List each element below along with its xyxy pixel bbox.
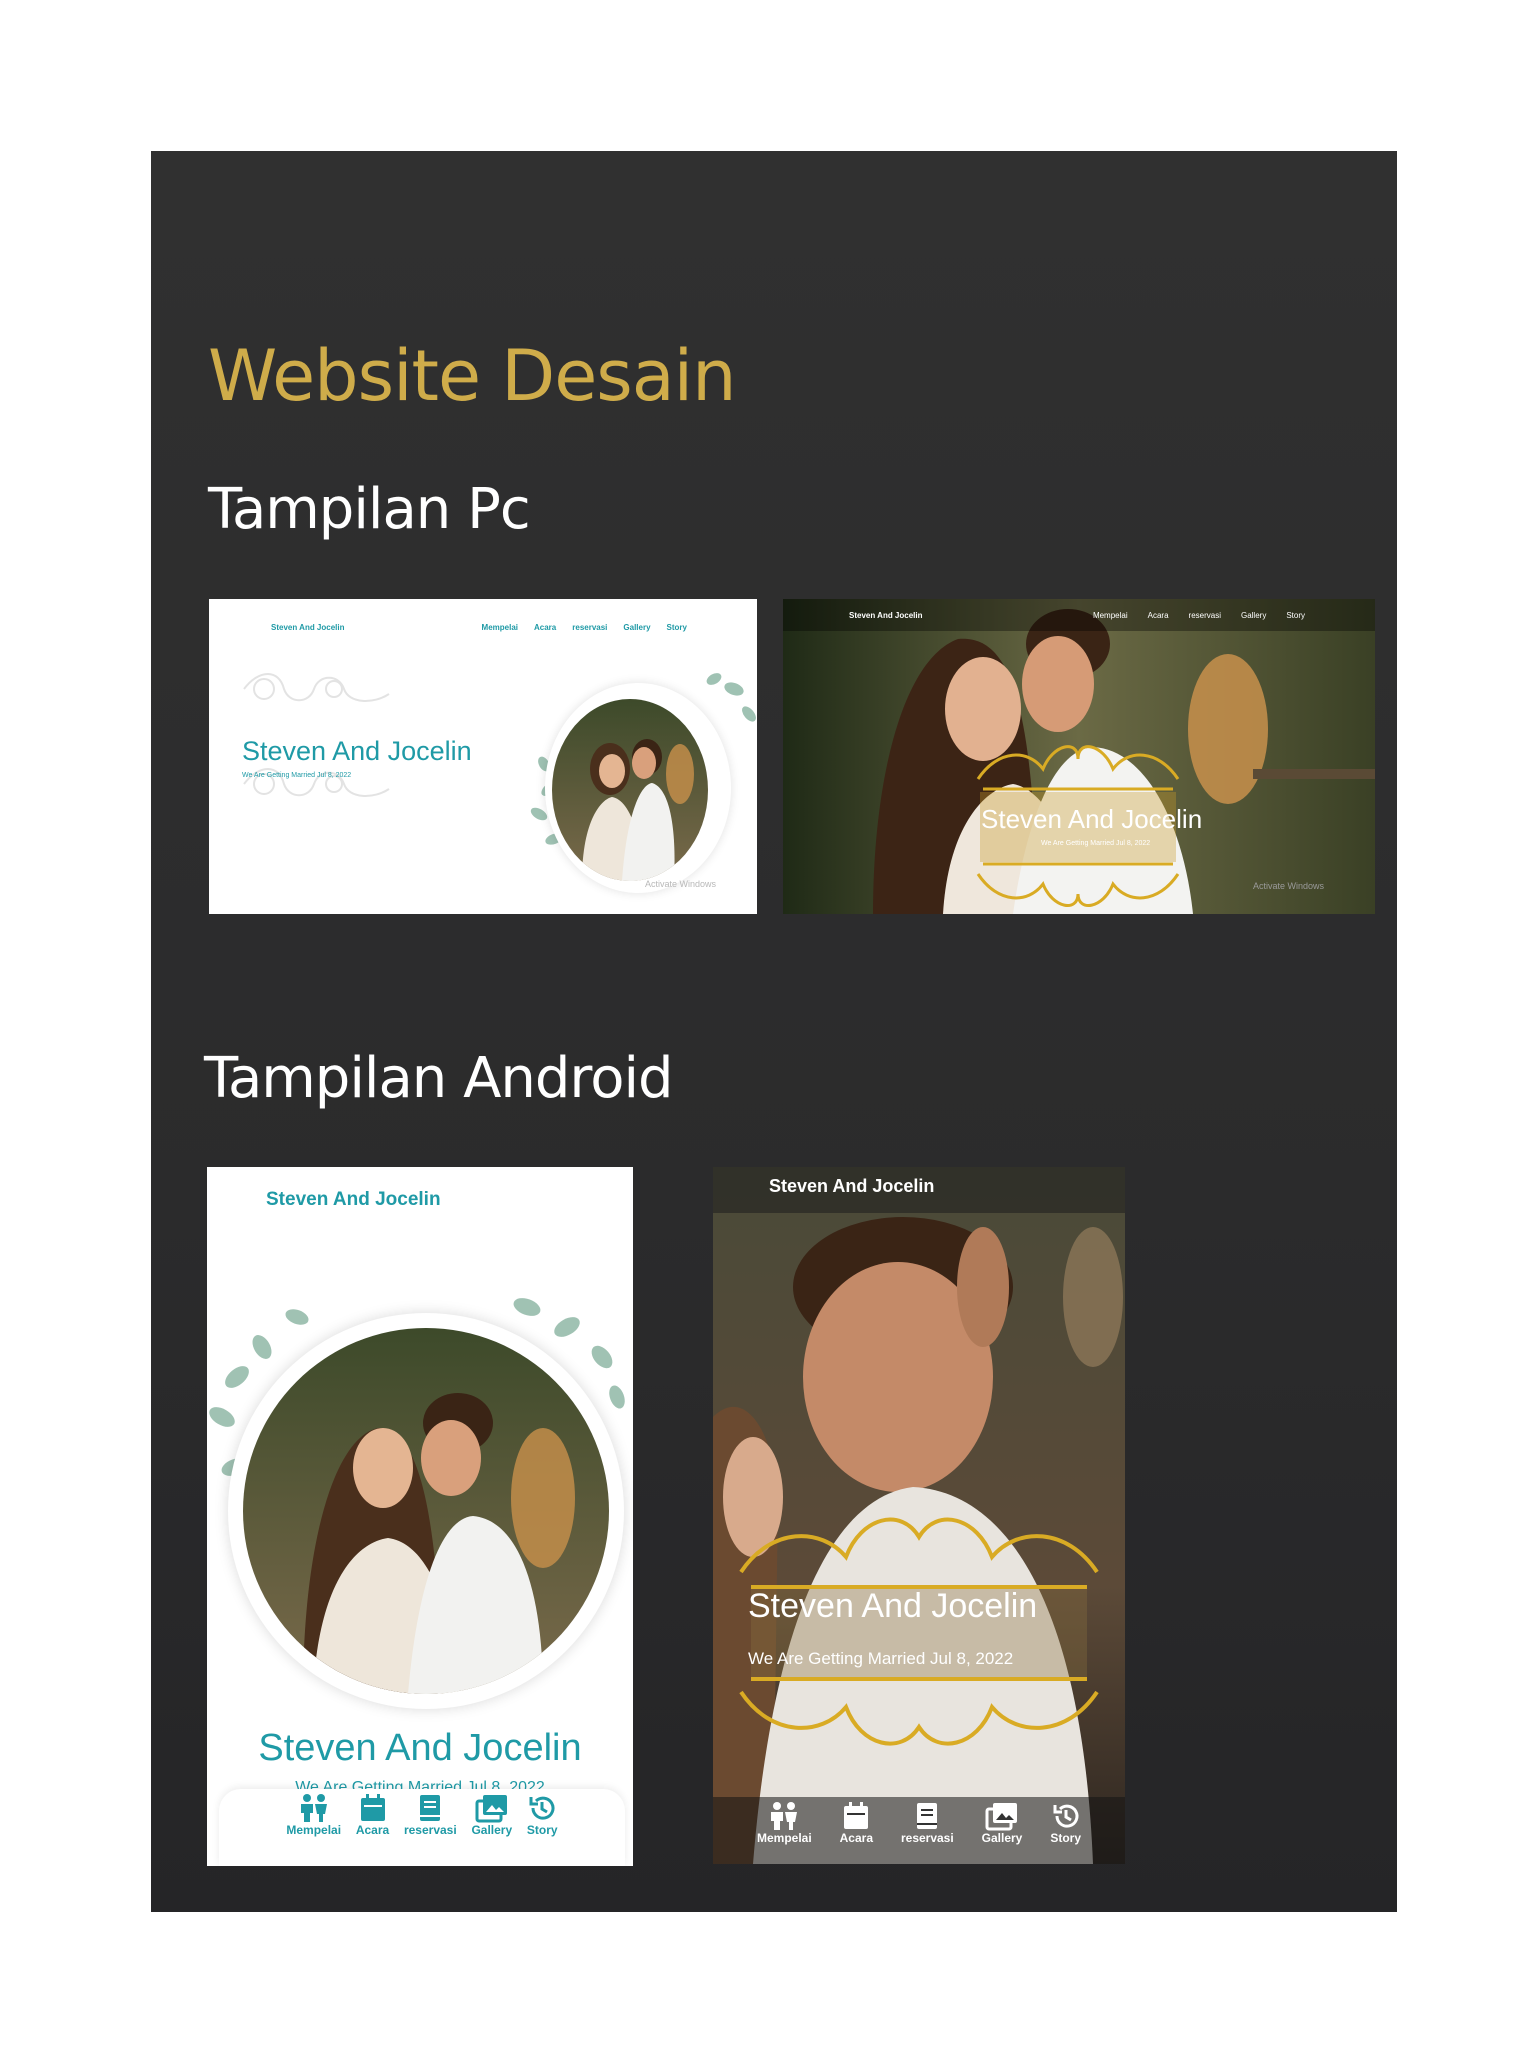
nav-item-story[interactable]: Story xyxy=(667,623,687,632)
bottom-nav-label: reservasi xyxy=(900,1831,954,1845)
page-heading: Website Desain xyxy=(208,335,736,417)
bottom-nav-label: Acara xyxy=(355,1823,390,1837)
history-icon xyxy=(529,1796,555,1820)
android-light-preview: Steven And Jocelin Steven And Jocelin We… xyxy=(207,1167,633,1866)
bottom-nav-label: Story xyxy=(526,1823,558,1837)
hero-title: Steven And Jocelin xyxy=(748,1587,1038,1625)
site-brand[interactable]: Steven And Jocelin xyxy=(266,1189,441,1211)
section-title-pc: Tampilan Pc xyxy=(208,477,531,542)
site-brand[interactable]: Steven And Jocelin xyxy=(769,1176,934,1197)
bottom-nav-story[interactable]: Story xyxy=(1050,1801,1081,1864)
nav-item-story[interactable]: Story xyxy=(1286,611,1305,620)
pc-dark-preview: Steven And Jocelin Mempelai Acara reserv… xyxy=(783,599,1375,914)
bottom-nav-story[interactable]: Story xyxy=(527,1793,558,1866)
couple-icon xyxy=(300,1794,327,1822)
hero-title: Steven And Jocelin xyxy=(981,804,1203,834)
nav-item-gallery[interactable]: Gallery xyxy=(623,623,650,632)
hero-title: Steven And Jocelin xyxy=(242,736,472,766)
top-nav: Mempelai Acara reservasi Gallery Story xyxy=(1093,611,1305,620)
android-dark-preview: Steven And Jocelin Steven And Jocelin We… xyxy=(713,1167,1125,1864)
gallery-icon xyxy=(475,1795,507,1823)
bottom-nav-reservasi[interactable]: reservasi xyxy=(404,1793,457,1866)
gold-ornament xyxy=(739,1517,1099,1746)
bottom-nav-label: reservasi xyxy=(403,1823,457,1837)
site-brand[interactable]: Steven And Jocelin xyxy=(271,623,345,632)
bottom-nav-label: Mempelai xyxy=(756,1831,812,1845)
bottom-nav-acara[interactable]: Acara xyxy=(840,1801,873,1864)
bottom-nav-acara[interactable]: Acara xyxy=(356,1793,389,1866)
book-icon xyxy=(420,1795,441,1821)
pc-light-preview: Steven And Jocelin Mempelai Acara reserv… xyxy=(209,599,757,914)
nav-item-acara[interactable]: Acara xyxy=(534,623,556,632)
bottom-nav-gallery[interactable]: Gallery xyxy=(981,1801,1023,1864)
nav-item-gallery[interactable]: Gallery xyxy=(1241,611,1266,620)
nav-item-reservasi[interactable]: reservasi xyxy=(572,623,607,632)
bottom-nav-label: Gallery xyxy=(981,1831,1023,1845)
bottom-nav-gallery[interactable]: Gallery xyxy=(471,1793,512,1866)
bottom-nav: Mempelai Acara reservasi Gallery Story xyxy=(713,1797,1125,1864)
nav-item-reservasi[interactable]: reservasi xyxy=(1189,611,1221,620)
book-icon xyxy=(917,1803,938,1829)
bottom-nav-reservasi[interactable]: reservasi xyxy=(901,1801,954,1864)
nav-item-acara[interactable]: Acara xyxy=(1148,611,1169,620)
watermark-text: Activate Windows xyxy=(1253,881,1325,891)
hero-subtitle: We Are Getting Married Jul 8, 2022 xyxy=(1041,840,1151,847)
hero-subtitle: We Are Getting Married Jul 8, 2022 xyxy=(748,1649,1014,1668)
top-nav: Mempelai Acara reservasi Gallery Story xyxy=(482,623,687,632)
couple-icon xyxy=(771,1802,798,1830)
nav-item-mempelai[interactable]: Mempelai xyxy=(1093,611,1128,620)
couple-photo xyxy=(243,1328,609,1694)
couple-photo xyxy=(552,699,708,881)
nav-item-mempelai[interactable]: Mempelai xyxy=(482,623,518,632)
site-brand[interactable]: Steven And Jocelin xyxy=(849,611,923,620)
bottom-nav-label: Acara xyxy=(839,1831,873,1845)
hero-subtitle: We Are Getting Married Jul 8, 2022 xyxy=(242,772,352,779)
bottom-nav-mempelai[interactable]: Mempelai xyxy=(757,1801,812,1864)
watermark-text: Activate Windows xyxy=(645,879,717,889)
bottom-nav-mempelai[interactable]: Mempelai xyxy=(286,1793,341,1866)
calendar-icon xyxy=(844,1802,869,1829)
bottom-nav: Mempelai Acara reservasi Gallery Story xyxy=(219,1789,625,1866)
gallery-icon xyxy=(985,1803,1017,1831)
hero-title: Steven And Jocelin xyxy=(258,1727,582,1769)
calendar-icon xyxy=(360,1794,385,1821)
bottom-nav-label: Mempelai xyxy=(286,1823,342,1837)
history-icon xyxy=(1053,1804,1079,1828)
bottom-nav-label: Story xyxy=(1050,1831,1082,1845)
section-title-android: Tampilan Android xyxy=(204,1046,674,1111)
bottom-nav-label: Gallery xyxy=(471,1823,513,1837)
